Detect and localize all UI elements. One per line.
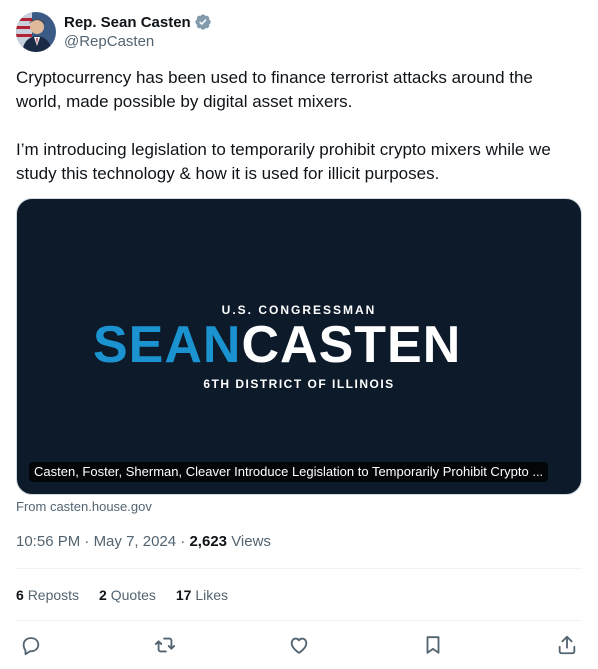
divider: [16, 620, 582, 621]
card-logo: SEANCASTEN: [93, 319, 461, 371]
avatar[interactable]: [16, 12, 56, 52]
share-icon: [558, 635, 576, 655]
repost-button[interactable]: [153, 633, 177, 657]
reposts-label: Reposts: [27, 587, 80, 603]
likes-count: 17: [175, 587, 192, 603]
verified-badge-icon[interactable]: [194, 13, 212, 31]
reply-button[interactable]: [19, 633, 43, 657]
tweet-header: Rep. Sean Casten @RepCasten: [16, 12, 212, 52]
card-logo-first-name: SEAN: [93, 316, 242, 374]
card-subtitle: 6TH DISTRICT OF ILLINOIS: [203, 377, 395, 391]
tweet-time[interactable]: 10:56 PM: [16, 533, 80, 550]
tweet-date[interactable]: May 7, 2024: [94, 533, 177, 550]
engagement-stats: 6 Reposts 2 Quotes 17 Likes: [16, 585, 248, 605]
like-icon: [290, 637, 308, 654]
meta-separator: ·: [84, 533, 90, 550]
card-kicker: U.S. CONGRESSMAN: [221, 303, 377, 317]
likes-stat[interactable]: 17 Likes: [176, 585, 228, 605]
likes-label: Likes: [195, 587, 229, 603]
display-name[interactable]: Rep. Sean Casten: [64, 14, 191, 31]
quotes-stat[interactable]: 2 Quotes: [99, 585, 156, 605]
card-source[interactable]: From casten.house.gov: [16, 498, 152, 516]
reply-icon: [22, 637, 40, 656]
quotes-label: Quotes: [110, 587, 156, 603]
link-card[interactable]: U.S. CONGRESSMAN SEANCASTEN 6TH DISTRICT…: [16, 198, 582, 495]
bookmark-button[interactable]: [421, 633, 445, 657]
card-caption[interactable]: Casten, Foster, Sherman, Cleaver Introdu…: [29, 462, 549, 482]
like-button[interactable]: [287, 633, 311, 657]
share-button[interactable]: [555, 633, 579, 657]
tweet-paragraph: Cryptocurrency has been used to finance …: [16, 68, 533, 111]
bookmark-icon: [426, 636, 440, 654]
views-count: 2,623: [189, 533, 228, 550]
divider: [16, 568, 582, 569]
meta-separator: ·: [180, 533, 186, 550]
author-handle[interactable]: @RepCasten: [64, 32, 212, 52]
quotes-count: 2: [99, 587, 107, 603]
action-bar: [16, 630, 582, 660]
tweet-text: Cryptocurrency has been used to finance …: [16, 66, 582, 186]
tweet-meta: 10:56 PM · May 7, 2024 · 2,623 Views: [16, 532, 271, 552]
card-logo-last-name: CASTEN: [241, 316, 462, 374]
reposts-stat[interactable]: 6 Reposts: [16, 585, 79, 605]
repost-icon: [154, 637, 176, 653]
views-label: Views: [231, 533, 271, 550]
author-names: Rep. Sean Casten @RepCasten: [64, 12, 212, 52]
reposts-count: 6: [16, 587, 24, 603]
tweet-paragraph: I’m introducing legislation to temporari…: [16, 140, 551, 183]
